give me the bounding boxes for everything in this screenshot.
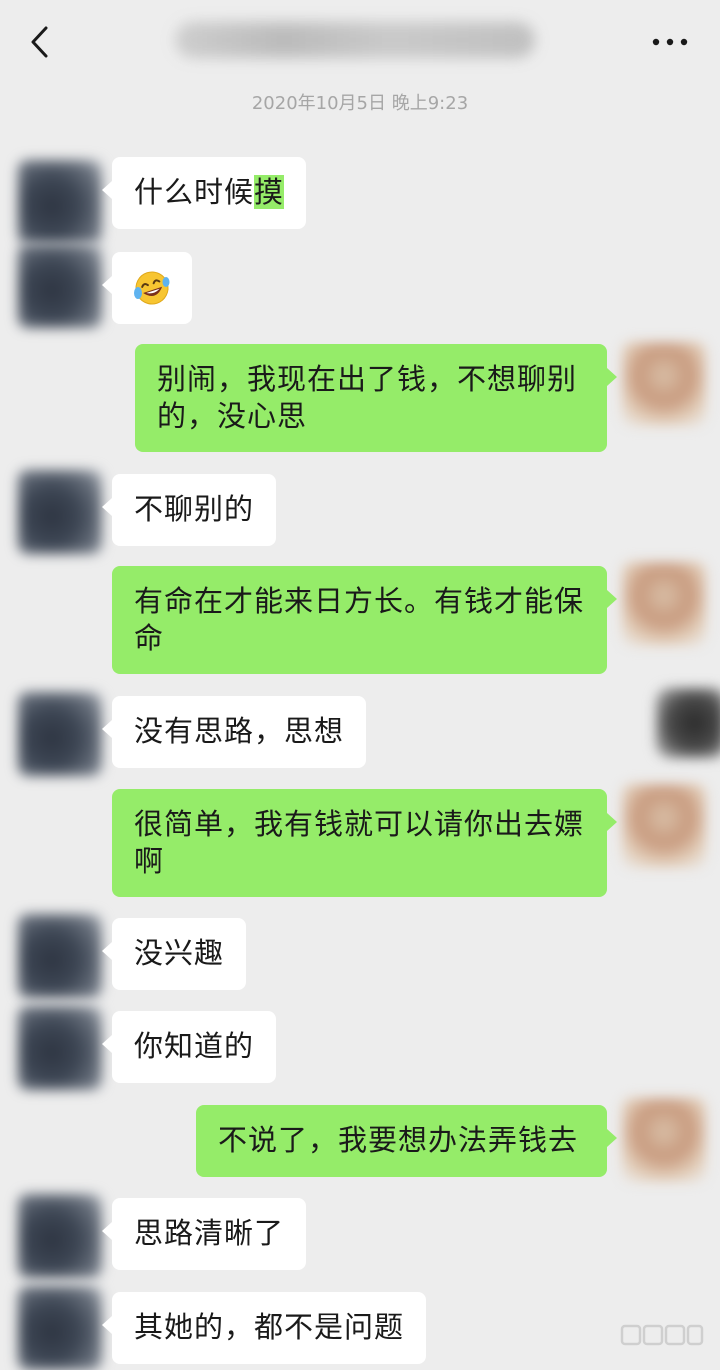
contact-avatar[interactable] — [18, 692, 102, 776]
chat-header — [0, 0, 720, 80]
message-bubble-incoming[interactable]: 你知道的 — [101, 1011, 277, 1083]
contact-avatar[interactable] — [18, 1194, 102, 1278]
message-text: 其她的，都不是问题 — [134, 1310, 405, 1344]
message-bubble-incoming[interactable]: 没有思路，思想 — [101, 696, 367, 768]
message-text: 没有思路，思想 — [134, 714, 345, 748]
contact-avatar[interactable] — [18, 1006, 102, 1090]
my-avatar[interactable] — [622, 1098, 706, 1182]
selected-text-highlight: 摸 — [254, 175, 285, 209]
message-bubble-incoming[interactable]: 什么时候摸 — [101, 157, 307, 229]
chevron-left-icon[interactable] — [26, 24, 54, 60]
message-text-line: 的，没心思 — [157, 399, 308, 433]
message-text: 没兴趣 — [134, 936, 225, 970]
message-text: 思路清晰了 — [134, 1216, 285, 1250]
contact-avatar[interactable] — [18, 160, 102, 244]
message-text-line: 别闹，我现在出了钱，不想聊别 — [157, 362, 578, 396]
my-avatar[interactable] — [622, 342, 706, 426]
contact-avatar[interactable] — [18, 244, 102, 328]
message-text-line: 很简单，我有钱就可以请你出去嫖 — [134, 807, 585, 841]
my-avatar[interactable] — [622, 562, 706, 646]
message-text-line: 命 — [134, 621, 165, 655]
message-bubble-incoming[interactable]: 没兴趣 — [101, 918, 247, 990]
message-bubble-outgoing[interactable]: 不说了，我要想办法弄钱去 — [196, 1105, 617, 1177]
message-bubble-incoming[interactable] — [102, 252, 192, 324]
contact-avatar[interactable] — [18, 1286, 102, 1370]
message-text-line: 有命在才能来日方长。有钱才能保 — [134, 584, 585, 618]
chat-title — [175, 22, 535, 58]
message-bubble-incoming[interactable]: 不聊别的 — [101, 474, 277, 546]
message-text: 不说了，我要想办法弄钱去 — [218, 1123, 579, 1157]
message-text: 不聊别的 — [134, 492, 255, 526]
message-text: 什么时候 — [134, 175, 255, 209]
message-timestamp: 2020年10月5日 晚上9:23 — [251, 93, 469, 114]
contact-avatar[interactable] — [18, 914, 102, 998]
floating-avatar — [656, 688, 720, 758]
message-bubble-outgoing[interactable]: 很简单，我有钱就可以请你出去嫖 啊 — [112, 789, 617, 897]
message-bubble-outgoing[interactable]: 别闹，我现在出了钱，不想聊别 的，没心思 — [135, 344, 617, 452]
ellipsis-icon[interactable] — [648, 28, 692, 56]
message-text-line: 啊 — [134, 844, 165, 878]
message-bubble-incoming[interactable]: 思路清晰了 — [101, 1198, 307, 1270]
message-bubble-incoming[interactable]: 其她的，都不是问题 — [101, 1292, 427, 1364]
message-bubble-outgoing[interactable]: 有命在才能来日方长。有钱才能保 命 — [112, 566, 617, 674]
message-text: 你知道的 — [134, 1029, 255, 1063]
my-avatar[interactable] — [622, 784, 706, 868]
contact-avatar[interactable] — [18, 470, 102, 554]
laughing-crying-emoji-icon — [134, 271, 170, 305]
watermark-icon — [620, 1324, 704, 1346]
